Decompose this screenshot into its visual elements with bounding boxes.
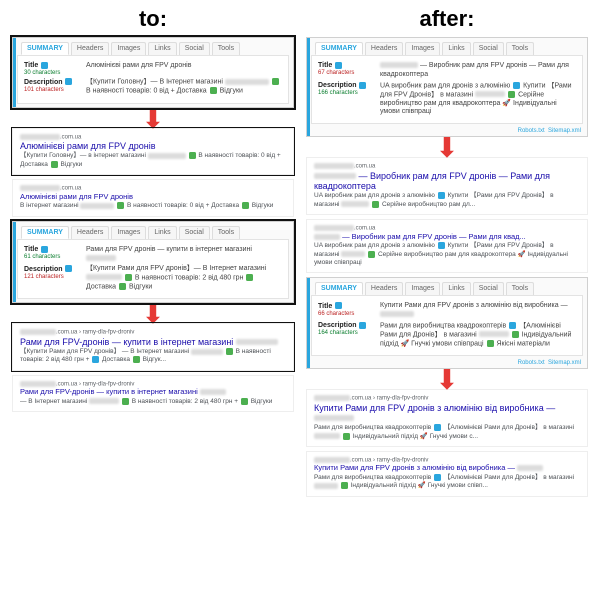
serp-result-2r[interactable]: .com.ua — Виробник рам для FPV дронів — … <box>306 219 588 273</box>
arrow-icon: ⬇ <box>306 141 588 155</box>
tabs: SUMMARY Headers Images Links Social Tool… <box>13 38 293 55</box>
column-to: to: SUMMARY Headers Images Links Social … <box>12 0 294 501</box>
serp-result-4[interactable]: .com.ua › ramy-dla-fpv-droniv Рами для F… <box>12 375 294 413</box>
seo-panel-1r: SUMMARY Headers Images Links Social Tool… <box>306 37 588 137</box>
desc-value: 【Купити Головну】— В Інтернет магазині В … <box>86 78 282 96</box>
serp-result-2[interactable]: .com.ua Алюмінієві рами для FPV дронів В… <box>12 179 294 217</box>
tab-social[interactable]: Social <box>179 42 210 55</box>
label-title: Title <box>24 62 38 69</box>
tab-summary[interactable]: SUMMARY <box>21 42 69 55</box>
serp-result-1r[interactable]: .com.ua — Виробник рам для FPV дронів — … <box>306 157 588 215</box>
title-value: Алюмінієві рами для FPV дронів <box>86 62 282 71</box>
tab-headers[interactable]: Headers <box>71 42 109 55</box>
tab-tools[interactable]: Tools <box>212 42 240 55</box>
serp-result-3r[interactable]: .com.ua › ramy-dla-fpv-droniv Купити Рам… <box>306 389 588 447</box>
serp-result-1[interactable]: .com.ua Алюмінієві рами для FPV дронів 【… <box>12 128 294 176</box>
column-after: after: SUMMARY Headers Images Links Soci… <box>306 0 588 501</box>
arrow-icon: ⬇ <box>306 373 588 387</box>
serp-result-3[interactable]: .com.ua › ramy-dla-fpv-droniv Рами для F… <box>12 323 294 371</box>
heading-after: after: <box>306 0 588 34</box>
seo-panel-2r: SUMMARY Headers Images Links Social Tool… <box>306 277 588 369</box>
arrow-icon: ⬇ <box>12 112 294 126</box>
tab-images[interactable]: Images <box>111 42 146 55</box>
title-chars: 30 characters <box>24 70 60 76</box>
seo-panel-2: SUMMARY Headers Images Links Social Tool… <box>12 221 294 303</box>
tab-links[interactable]: Links <box>148 42 176 55</box>
arrow-icon: ⬇ <box>12 307 294 321</box>
serp-result-4r[interactable]: .com.ua › ramy-dla-fpv-droniv Купити Рам… <box>306 451 588 497</box>
seo-panel-1: SUMMARY Headers Images Links Social Tool… <box>12 37 294 108</box>
heading-to: to: <box>12 0 294 34</box>
